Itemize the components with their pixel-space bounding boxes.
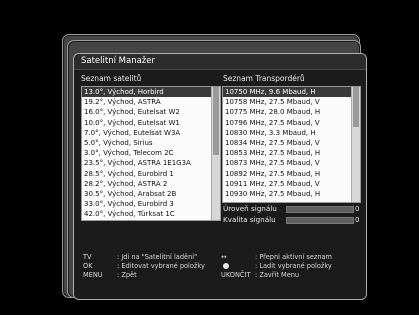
ok-key-description: : Editovat vybrané položky bbox=[117, 262, 205, 270]
signal-level-label: Úroveň signálu bbox=[223, 204, 277, 213]
signal-quality-label: Kvalita signálu bbox=[223, 215, 276, 224]
transponder-list[interactable]: 10750 MHz, 9.6 Mbaud, H 10758 MHz, 27.5 M… bbox=[222, 86, 361, 203]
satellite-list-item[interactable]: 28.2°, Východ, ASTRA 2 bbox=[82, 179, 220, 189]
satellite-manager-window: Satelitní Manažer Seznam satelitů 13.0°,… bbox=[73, 53, 367, 300]
arrows-key-description: : Přepni aktivní seznam bbox=[255, 253, 332, 261]
ok-key-label: OK bbox=[83, 262, 93, 270]
satellite-list-item[interactable]: 10.0°, Východ, Eutelsat W1 bbox=[82, 118, 220, 128]
transponder-list-scroll-thumb[interactable] bbox=[353, 87, 359, 127]
satellite-list-item[interactable]: 28.5°, Východ, Eurobird 1 bbox=[82, 169, 220, 179]
dot-key-description: : Ladit vybrané položky bbox=[255, 262, 332, 270]
transponder-list-item[interactable]: 10758 MHz, 27.5 Mbaud, V bbox=[223, 97, 360, 107]
tv-key-description: : Jdi na "Satelitní ladění" bbox=[117, 253, 198, 261]
transponder-list-scrollbar[interactable] bbox=[351, 87, 360, 202]
satellite-list-item[interactable]: 16.0°, Východ, Eutelsat W2 bbox=[82, 107, 220, 117]
exit-key-label: UKONČIT bbox=[221, 271, 251, 279]
satellite-list-item[interactable]: 13.0°, Východ, Horbird bbox=[82, 87, 220, 98]
key-help-footer: TV : Jdi na "Satelitní ladění" OK : Edit… bbox=[74, 248, 366, 299]
satellite-list-scrollbar[interactable] bbox=[211, 87, 220, 220]
signal-quality-bar bbox=[286, 217, 354, 224]
menu-key-label: MENU bbox=[83, 271, 103, 279]
signal-quality-value: 0 bbox=[355, 216, 360, 224]
exit-key-description: : Zavřít Menu bbox=[255, 271, 300, 279]
satellite-list-item[interactable]: 5.0°, Východ, Sirius bbox=[82, 138, 220, 148]
menu-key-description: : Zpět bbox=[117, 271, 137, 279]
window-title: Satelitní Manažer bbox=[74, 54, 366, 70]
satellite-list-item[interactable]: 3.0°, Východ, Telecom 2C bbox=[82, 148, 220, 158]
transponder-list-label: Seznam Transpordérů bbox=[223, 74, 305, 83]
satellite-list-scroll-thumb[interactable] bbox=[213, 87, 219, 155]
tv-key-label: TV bbox=[83, 253, 92, 261]
satellite-list-item[interactable]: 30.5°, Východ, Arabsat 2B bbox=[82, 189, 220, 199]
transponder-list-item[interactable]: 10873 MHz, 27.5 Mbaud, V bbox=[223, 158, 360, 168]
satellite-list-item[interactable]: 33.0°, Východ, Eurobird 3 bbox=[82, 199, 220, 209]
satellite-list-item[interactable]: 7.0°, Východ, Eutelsat W3A bbox=[82, 128, 220, 138]
signal-level-bar bbox=[286, 206, 354, 213]
signal-level-value: 0 bbox=[355, 205, 360, 213]
transponder-list-item[interactable]: 10892 MHz, 27.5 Mbaud, H bbox=[223, 169, 360, 179]
transponder-list-item[interactable]: 10750 MHz, 9.6 Mbaud, H bbox=[223, 87, 360, 98]
transponder-list-item[interactable]: 10930 MHz, 27.5 Mbaud, H bbox=[223, 189, 360, 199]
satellite-list-item[interactable]: 23.5°, Východ, ASTRA 1E1G3A bbox=[82, 158, 220, 168]
transponder-list-item[interactable]: 10834 MHz, 27.5 Mbaud, V bbox=[223, 138, 360, 148]
transponder-list-item[interactable]: 10911 MHz, 27.5 Mbaud, V bbox=[223, 179, 360, 189]
satellite-list-item[interactable]: 42.0°, Východ, Türksat 1C bbox=[82, 209, 220, 219]
transponder-list-item[interactable]: 10853 MHz, 27.5 Mbaud, H bbox=[223, 148, 360, 158]
satellite-list[interactable]: 13.0°, Východ, Horbird 19.2°, Východ, AST… bbox=[81, 86, 221, 221]
left-right-arrows-icon: ↔ bbox=[221, 253, 227, 261]
ok-dot-icon bbox=[223, 263, 229, 269]
satellite-list-item[interactable]: 19.2°, Východ, ASTRA bbox=[82, 97, 220, 107]
transponder-list-item[interactable]: 10775 MHz, 28.0 Mbaud, H bbox=[223, 107, 360, 117]
transponder-list-item[interactable]: 10830 MHz, 3.3 Mbaud, H bbox=[223, 128, 360, 138]
transponder-list-item[interactable]: 10796 MHz, 27.5 Mbaud, V bbox=[223, 118, 360, 128]
satellite-list-label: Seznam satelitů bbox=[81, 74, 142, 83]
